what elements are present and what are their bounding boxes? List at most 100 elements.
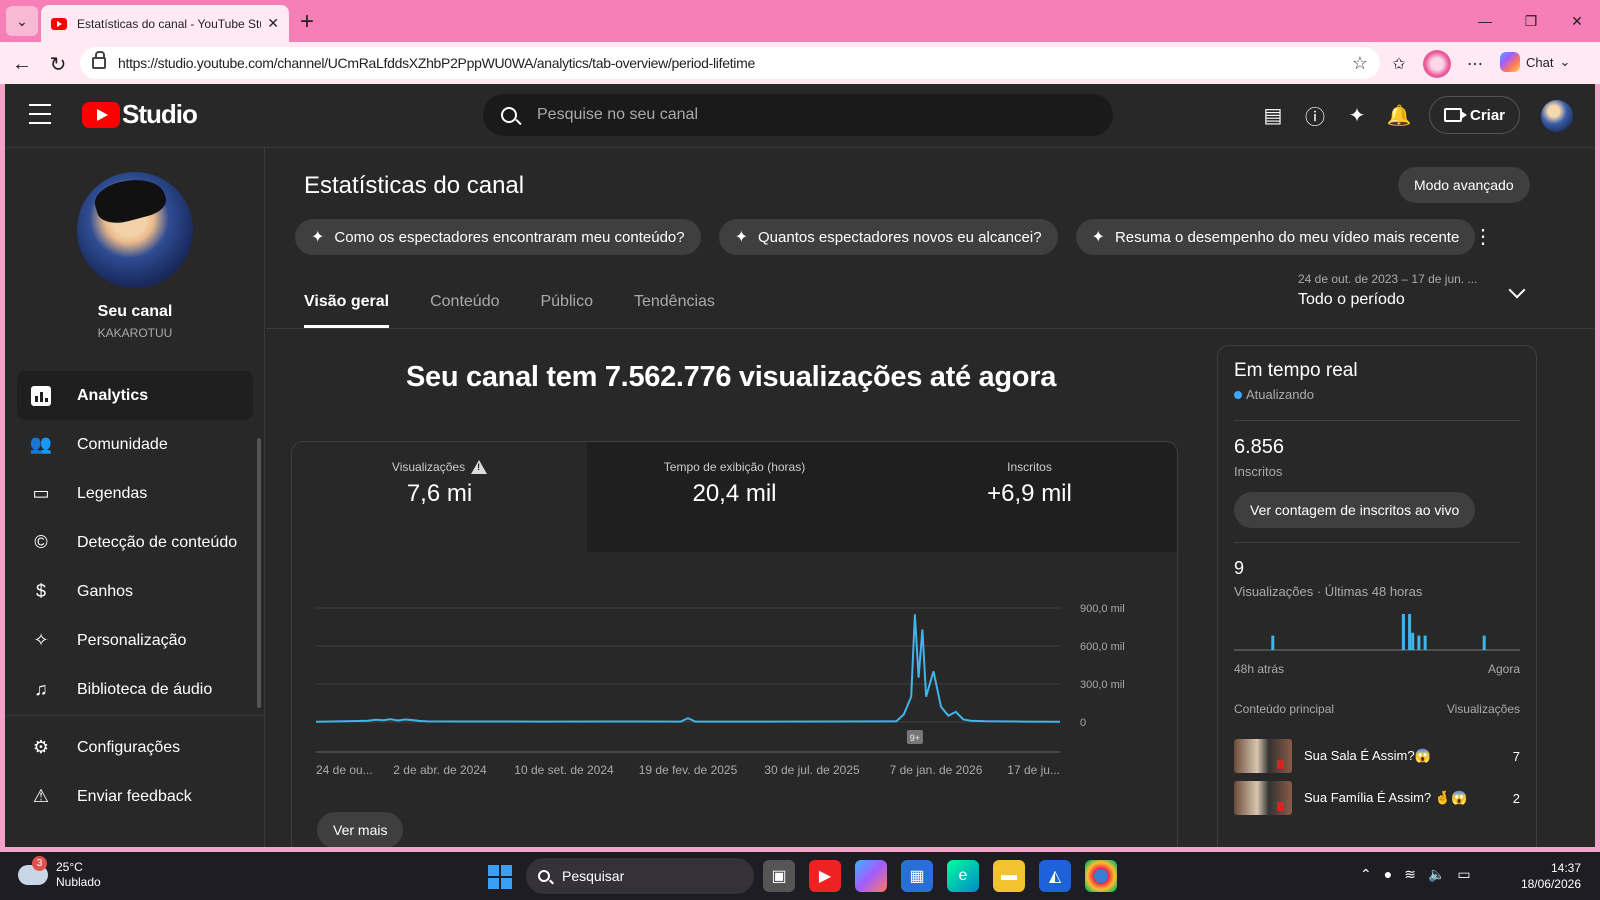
tab-publico[interactable]: Público — [540, 293, 592, 328]
sidebar-scrollbar[interactable] — [257, 438, 261, 708]
sidebar-item-deteccao[interactable]: © Detecção de conteúdo — [17, 518, 253, 567]
tab-visao-geral[interactable]: Visão geral — [304, 293, 390, 328]
task-view-icon[interactable]: ▣ — [763, 860, 795, 892]
series-line[interactable] — [315, 614, 1061, 723]
realtime-bar[interactable] — [1411, 632, 1415, 650]
suggestion-chip[interactable]: ✦ Resuma o desempenho do meu vídeo mais r… — [1075, 219, 1476, 255]
account-avatar[interactable] — [1541, 100, 1573, 132]
edge-icon[interactable]: e — [947, 860, 979, 892]
back-icon[interactable]: ← — [8, 50, 36, 78]
battery-icon[interactable]: ▭ — [1457, 866, 1470, 883]
chrome-icon[interactable] — [1085, 860, 1117, 892]
top-content-item[interactable]: Sua Família É Assim? 🤞😱 2 — [1234, 780, 1520, 816]
metric-watch-time[interactable]: Tempo de exibição (horas) 20,4 mil — [587, 442, 882, 552]
bookmark-star-icon[interactable]: ☆ — [1352, 53, 1368, 74]
chevron-down-icon[interactable] — [1508, 281, 1526, 299]
channel-avatar[interactable] — [77, 172, 193, 288]
views-line-chart[interactable]: 0 300,0 mil 600,0 mil 900,0 mil 9+ 24 de ou..… — [292, 552, 1178, 812]
new-tab-button[interactable]: + — [300, 8, 314, 36]
browser-tab[interactable]: Estatísticas do canal - YouTube Studio ✕ — [41, 5, 289, 42]
menu-icon[interactable] — [29, 104, 51, 124]
suggestion-chip[interactable]: ✦ Quantos espectadores novos eu alcancei? — [718, 219, 1058, 255]
reload-icon[interactable]: ↻ — [44, 50, 72, 78]
taskbar-apps: ▣ ▶ ▦ e ▬ ◭ — [763, 860, 1117, 892]
file-explorer-icon[interactable]: ▬ — [993, 860, 1025, 892]
realtime-bar[interactable] — [1401, 614, 1405, 650]
realtime-bar-chart[interactable] — [1234, 608, 1520, 658]
feedback-bubble-icon[interactable]: ▤ — [1260, 102, 1286, 128]
video-marker-label: 9+ — [910, 733, 920, 743]
sparkle-icon: ✦ — [734, 229, 749, 246]
more-vert-icon[interactable]: ⋮ — [1473, 224, 1493, 249]
url-field[interactable]: https://studio.youtube.com/channel/UCmRa… — [80, 47, 1380, 79]
sidebar-item-enviar-feedback[interactable]: ⚠ Enviar feedback — [17, 772, 253, 821]
network-warning-icon[interactable]: ● — [1384, 866, 1392, 883]
sidebar-item-comunidade[interactable]: 👥 Comunidade — [17, 420, 253, 469]
create-label: Criar — [1470, 106, 1506, 124]
realtime-bar[interactable] — [1408, 614, 1412, 650]
tab-list-button[interactable]: ⌄ — [6, 6, 38, 36]
volume-icon[interactable]: 🔈 — [1428, 866, 1445, 883]
sidebar-item-biblioteca-audio[interactable]: ♫ Biblioteca de áudio — [17, 665, 253, 714]
sidebar-item-label: Personalização — [77, 631, 187, 649]
period-selector[interactable]: 24 de out. de 2023 – 17 de jun. ... Todo… — [1298, 272, 1477, 309]
suggestion-chip[interactable]: ✦ Como os espectadores encontraram meu co… — [295, 219, 701, 255]
tab-tendencias[interactable]: Tendências — [634, 293, 715, 328]
realtime-bar[interactable] — [1417, 635, 1421, 650]
divider — [5, 715, 265, 716]
sidebar-item-personalizacao[interactable]: ✧ Personalização — [17, 616, 253, 665]
realtime-bar[interactable] — [1482, 635, 1486, 650]
youtube-app-icon[interactable]: ▶ — [809, 860, 841, 892]
advanced-mode-button[interactable]: Modo avançado — [1398, 167, 1530, 203]
tab-conteudo[interactable]: Conteúdo — [430, 293, 499, 328]
studio-logo-text: Studio — [122, 99, 198, 129]
copilot-app-icon[interactable] — [855, 860, 887, 892]
channel-handle: KAKAROTUU — [97, 326, 173, 340]
store-icon[interactable]: ▦ — [901, 860, 933, 892]
metric-value: 7,6 mi — [406, 480, 473, 507]
restore-icon[interactable]: ❐ — [1508, 0, 1554, 42]
browser-toolbar-icons: ✩ ⋯ — [1385, 50, 1489, 78]
chevron-up-icon[interactable]: ⌃ — [1360, 866, 1372, 883]
taskbar-search[interactable]: Pesquisar — [526, 858, 754, 894]
wifi-icon[interactable]: ≋ — [1404, 866, 1416, 883]
sidebar-item-configuracoes[interactable]: ⚙ Configurações — [17, 723, 253, 772]
windows-start-icon[interactable] — [488, 865, 512, 889]
minimize-icon[interactable]: — — [1462, 0, 1508, 42]
realtime-bar[interactable] — [1423, 635, 1427, 650]
copilot-chat-button[interactable]: Chat ⌄ — [1500, 52, 1570, 72]
community-icon: 👥 — [29, 434, 53, 454]
metric-views[interactable]: Visualizações 7,6 mi — [292, 442, 587, 552]
realtime-status: Atualizando — [1234, 387, 1314, 402]
warning-icon[interactable] — [471, 460, 488, 474]
period-range: 24 de out. de 2023 – 17 de jun. ... — [1298, 272, 1478, 286]
help-icon[interactable]: ⓘ — [1302, 102, 1328, 129]
lock-icon — [92, 51, 106, 69]
sidebar-item-analytics[interactable]: Analytics — [17, 371, 253, 420]
create-button[interactable]: Criar — [1429, 96, 1521, 134]
profile-extension-icon[interactable] — [1423, 50, 1451, 78]
search-icon — [501, 107, 517, 123]
realtime-bar[interactable] — [1271, 635, 1275, 650]
live-subscriber-count-button[interactable]: Ver contagem de inscritos ao vivo — [1234, 492, 1476, 528]
video-title: Sua Família É Assim? 🤞😱 — [1304, 790, 1468, 805]
app-icon[interactable]: ◭ — [1039, 860, 1071, 892]
top-content-item[interactable]: Sua Sala É Assim?😱 7 — [1234, 738, 1520, 774]
studio-logo[interactable]: Studio — [82, 99, 198, 130]
close-window-icon[interactable]: ✕ — [1554, 0, 1600, 42]
tab-close-icon[interactable]: ✕ — [267, 15, 279, 32]
realtime-right-label: Agora — [1487, 662, 1520, 676]
favorites-icon[interactable]: ✩ — [1385, 50, 1413, 78]
weather-widget[interactable]: 3 25°C Nublado — [18, 856, 101, 890]
top-content-header: Conteúdo principal — [1234, 702, 1335, 716]
metric-subscribers[interactable]: Inscritos +6,9 mil — [882, 442, 1177, 552]
views-headline: Seu canal tem 7.562.776 visualizações at… — [405, 361, 1057, 393]
sparkle-icon[interactable]: ✦ — [1344, 102, 1370, 128]
notifications-bell-icon[interactable]: 🔔 — [1386, 102, 1412, 128]
sidebar-item-legendas[interactable]: ▭ Legendas — [17, 469, 253, 518]
search-input[interactable]: Pesquise no seu canal — [483, 94, 1113, 136]
more-options-icon[interactable]: ⋯ — [1461, 50, 1489, 78]
see-more-button[interactable]: Ver mais — [317, 812, 404, 847]
sidebar-item-ganhos[interactable]: $ Ganhos — [17, 567, 253, 616]
taskbar-clock[interactable]: 14:37 18/06/2026 — [1515, 860, 1581, 892]
